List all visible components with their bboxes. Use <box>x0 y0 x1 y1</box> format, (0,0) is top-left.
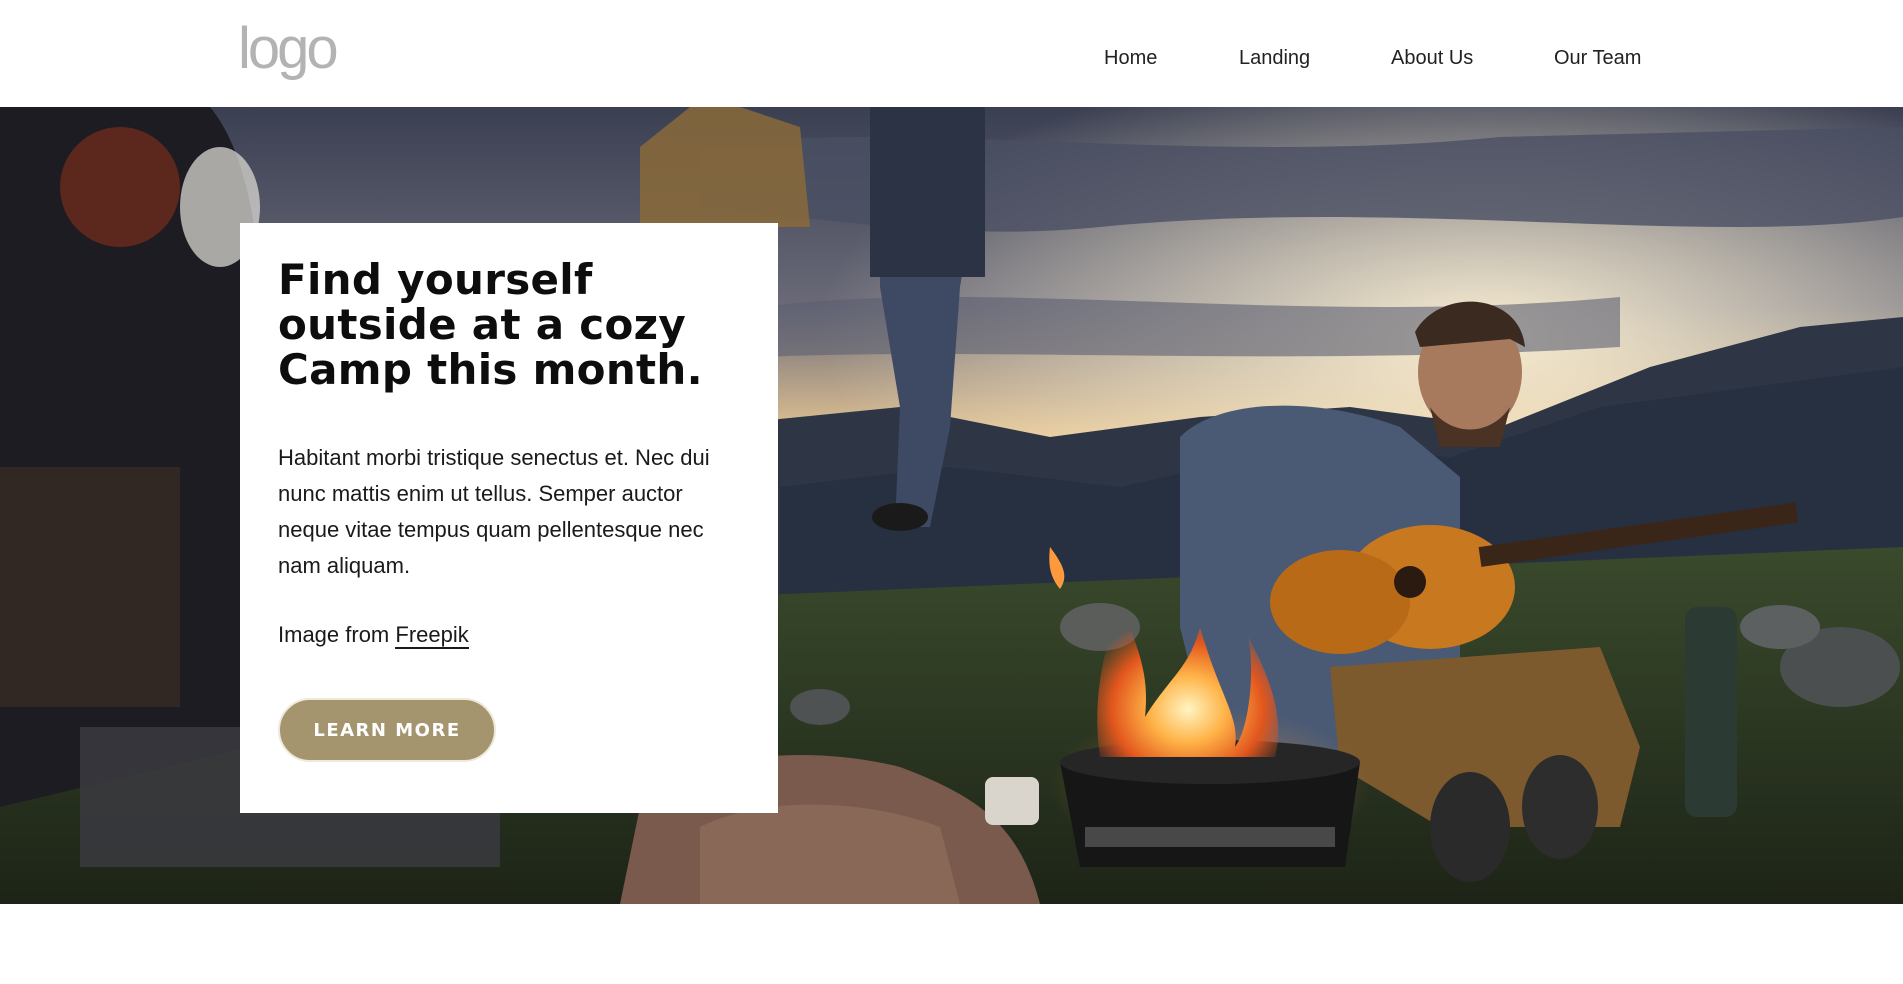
hero-card: Find yourself outside at a cozy Camp thi… <box>240 223 778 813</box>
nav-about-us[interactable]: About Us <box>1391 47 1473 70</box>
learn-more-button[interactable]: LEARN MORE <box>278 698 496 762</box>
freepik-link[interactable]: Freepik <box>395 622 469 649</box>
site-header: logo Home Landing About Us Our Team <box>0 0 1903 107</box>
hero-section: Find yourself outside at a cozy Camp thi… <box>0 107 1903 904</box>
next-section <box>0 904 1903 984</box>
logo-icon: logo <box>238 16 338 81</box>
logo-text: logo <box>238 16 336 81</box>
hero-paragraph: Habitant morbi tristique senectus et. Ne… <box>278 445 710 578</box>
hero-title: Find yourself outside at a cozy Camp thi… <box>278 255 703 394</box>
nav-our-team[interactable]: Our Team <box>1554 47 1641 70</box>
image-credit: Image from Freepik <box>278 621 469 649</box>
nav-landing[interactable]: Landing <box>1239 47 1310 70</box>
image-credit-prefix: Image from <box>278 622 396 647</box>
nav-home[interactable]: Home <box>1104 47 1157 70</box>
logo[interactable]: logo <box>238 16 338 90</box>
